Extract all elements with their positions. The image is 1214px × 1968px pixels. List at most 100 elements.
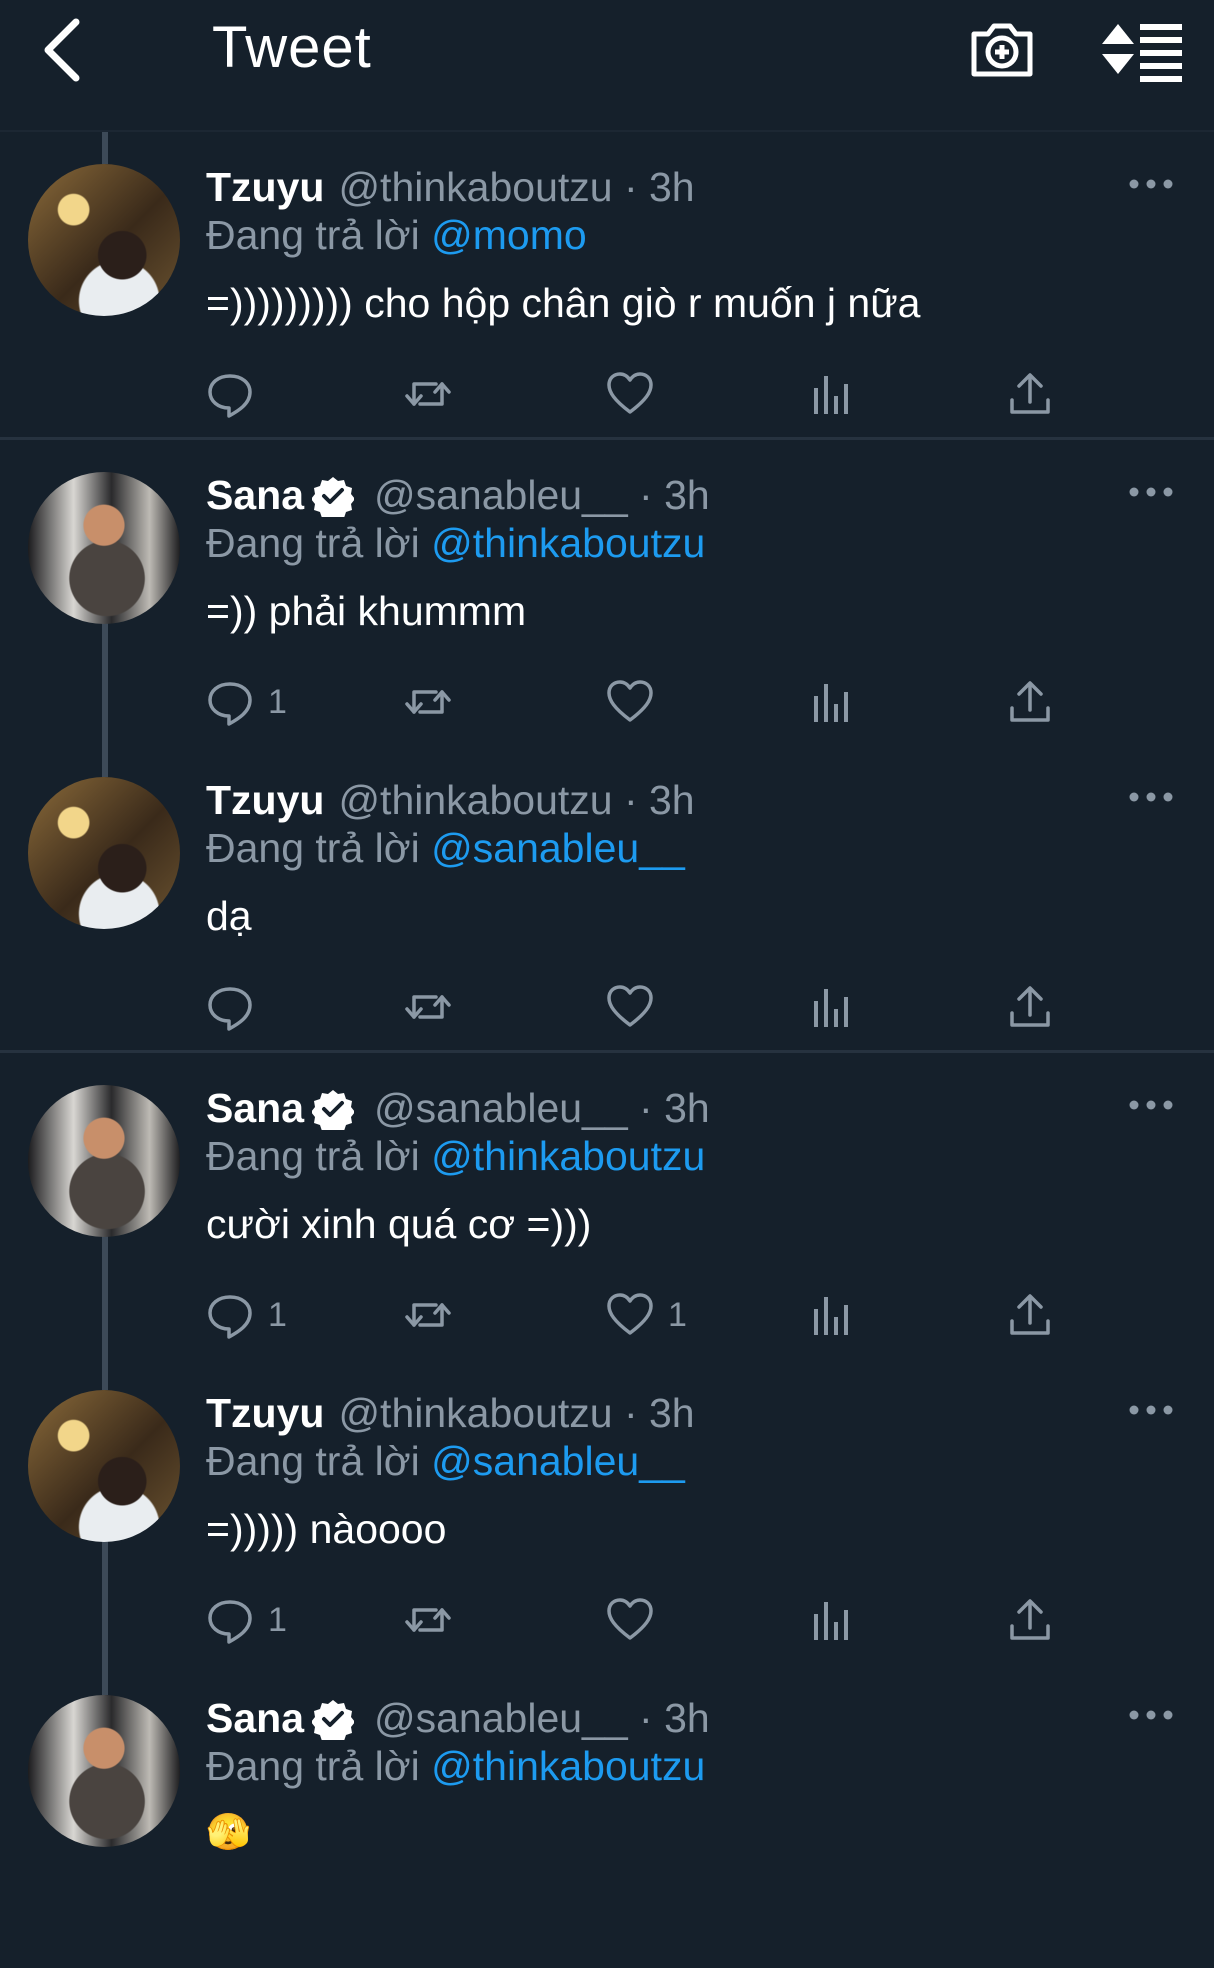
like-button[interactable] bbox=[606, 981, 668, 1033]
share-button[interactable] bbox=[1006, 1594, 1054, 1646]
mention-link[interactable]: @sanableu__ bbox=[431, 1438, 685, 1484]
replying-to-label: Đang trả lời bbox=[206, 825, 420, 871]
views-button[interactable] bbox=[806, 1594, 854, 1646]
like-button[interactable] bbox=[606, 368, 668, 420]
views-button[interactable] bbox=[806, 676, 854, 728]
mention-link[interactable]: @thinkaboutzu bbox=[431, 520, 705, 566]
more-options-icon[interactable] bbox=[1128, 482, 1174, 502]
author-handle-time: @thinkaboutzu · 3h bbox=[338, 777, 695, 823]
tweet[interactable]: Tzuyu @thinkaboutzu · 3h Đang trả lời @m… bbox=[0, 132, 1214, 440]
replying-to-label: Đang trả lời bbox=[206, 1743, 420, 1789]
avatar[interactable] bbox=[28, 1085, 180, 1237]
author-name[interactable]: Sana bbox=[206, 1695, 304, 1742]
heart-icon bbox=[607, 1598, 653, 1640]
retweet-button[interactable] bbox=[404, 1289, 452, 1341]
author-handle-time: @thinkaboutzu · 3h bbox=[338, 1390, 695, 1436]
reply-button[interactable] bbox=[206, 981, 268, 1033]
share-button[interactable] bbox=[1006, 981, 1054, 1033]
thread-connector bbox=[102, 1358, 108, 1390]
sort-replies-button[interactable] bbox=[1100, 14, 1186, 86]
reply-icon bbox=[208, 374, 252, 418]
replying-to: Đang trả lời @thinkaboutzu bbox=[206, 1743, 705, 1790]
back-button[interactable] bbox=[36, 14, 126, 86]
author-name[interactable]: Tzuyu bbox=[206, 777, 324, 824]
thread-connector bbox=[102, 1540, 108, 1663]
views-chart-icon bbox=[814, 376, 848, 414]
retweet-icon bbox=[405, 1608, 451, 1632]
reply-count: 1 bbox=[268, 1600, 287, 1639]
like-button[interactable] bbox=[606, 1594, 668, 1646]
author-name[interactable]: Tzuyu bbox=[206, 1390, 324, 1437]
retweet-button[interactable] bbox=[404, 1594, 452, 1646]
retweet-icon bbox=[405, 382, 451, 406]
retweet-icon bbox=[405, 690, 451, 714]
mention-link[interactable]: @thinkaboutzu bbox=[431, 1133, 705, 1179]
replying-to: Đang trả lời @thinkaboutzu bbox=[206, 520, 705, 567]
more-options-icon[interactable] bbox=[1128, 1400, 1174, 1420]
replying-to-label: Đang trả lời bbox=[206, 1133, 420, 1179]
views-chart-icon bbox=[814, 1602, 848, 1640]
replying-to-label: Đang trả lời bbox=[206, 212, 420, 258]
camera-button[interactable] bbox=[966, 14, 1038, 86]
reply-button[interactable]: 1 bbox=[206, 676, 287, 728]
avatar[interactable] bbox=[28, 1390, 180, 1542]
reply-button[interactable]: 1 bbox=[206, 1594, 287, 1646]
mention-link[interactable]: @thinkaboutzu bbox=[431, 1743, 705, 1789]
author-handle-time: @sanableu__ · 3h bbox=[374, 472, 710, 518]
tweet-text: dạ bbox=[206, 893, 252, 939]
tweet[interactable]: Sana @sanableu__ · 3h Đang trả lời @thin… bbox=[0, 1663, 1214, 1968]
tweet-actions: 1 bbox=[206, 676, 1066, 732]
replying-to-label: Đang trả lời bbox=[206, 520, 420, 566]
mention-link[interactable]: @sanableu__ bbox=[431, 825, 685, 871]
more-options-icon[interactable] bbox=[1128, 1095, 1174, 1115]
tweet-actions: 1 1 bbox=[206, 1289, 1066, 1345]
tweet-text: cười xinh quá cơ =))) bbox=[206, 1201, 592, 1247]
author-name[interactable]: Sana bbox=[206, 472, 304, 519]
mention-link[interactable]: @momo bbox=[431, 212, 587, 258]
tweet-author-line: Tzuyu @thinkaboutzu · 3h bbox=[206, 1390, 695, 1437]
retweet-button[interactable] bbox=[404, 981, 452, 1033]
author-name[interactable]: Tzuyu bbox=[206, 164, 324, 211]
reply-button[interactable]: 1 bbox=[206, 1289, 287, 1341]
reply-button[interactable] bbox=[206, 368, 268, 420]
share-button[interactable] bbox=[1006, 676, 1054, 728]
like-button[interactable]: 1 bbox=[606, 1289, 687, 1341]
camera-plus-icon bbox=[971, 23, 1033, 77]
avatar[interactable] bbox=[28, 1695, 180, 1847]
tweet[interactable]: Tzuyu @thinkaboutzu · 3h Đang trả lời @s… bbox=[0, 1358, 1214, 1663]
like-button[interactable] bbox=[606, 676, 668, 728]
more-options-icon[interactable] bbox=[1128, 174, 1174, 194]
tweet-text: =))))) nàoooo bbox=[206, 1506, 447, 1552]
tweet-text: =))))))))) cho hộp chân giò r muốn j nữa bbox=[206, 280, 921, 326]
page-title: Tweet bbox=[212, 15, 372, 80]
reply-icon bbox=[208, 682, 252, 726]
tweet[interactable]: Sana @sanableu__ · 3h Đang trả lời @thin… bbox=[0, 1053, 1214, 1358]
share-button[interactable] bbox=[1006, 1289, 1054, 1341]
avatar[interactable] bbox=[28, 164, 180, 316]
verified-badge-icon bbox=[312, 476, 354, 517]
tweet[interactable]: Sana @sanableu__ · 3h Đang trả lời @thin… bbox=[0, 440, 1214, 745]
reply-count: 1 bbox=[268, 1295, 287, 1334]
tweet[interactable]: Tzuyu @thinkaboutzu · 3h Đang trả lời @s… bbox=[0, 745, 1214, 1053]
reply-icon bbox=[208, 1295, 252, 1339]
reply-icon bbox=[208, 1600, 252, 1644]
views-button[interactable] bbox=[806, 1289, 854, 1341]
thread-connector bbox=[102, 132, 108, 164]
views-button[interactable] bbox=[806, 981, 854, 1033]
views-button[interactable] bbox=[806, 368, 854, 420]
author-handle-time: @sanableu__ · 3h bbox=[374, 1695, 710, 1741]
retweet-button[interactable] bbox=[404, 676, 452, 728]
share-button[interactable] bbox=[1006, 368, 1054, 420]
more-options-icon[interactable] bbox=[1128, 1705, 1174, 1725]
retweet-button[interactable] bbox=[404, 368, 452, 420]
author-name[interactable]: Sana bbox=[206, 1085, 304, 1132]
retweet-icon bbox=[405, 995, 451, 1019]
tweet-text: =)) phải khummm bbox=[206, 588, 527, 634]
heart-icon bbox=[607, 372, 653, 414]
more-options-icon[interactable] bbox=[1128, 787, 1174, 807]
replying-to: Đang trả lời @sanableu__ bbox=[206, 825, 685, 872]
verified-badge-icon bbox=[312, 1089, 354, 1130]
avatar[interactable] bbox=[28, 777, 180, 929]
avatar[interactable] bbox=[28, 472, 180, 624]
views-chart-icon bbox=[814, 989, 848, 1027]
